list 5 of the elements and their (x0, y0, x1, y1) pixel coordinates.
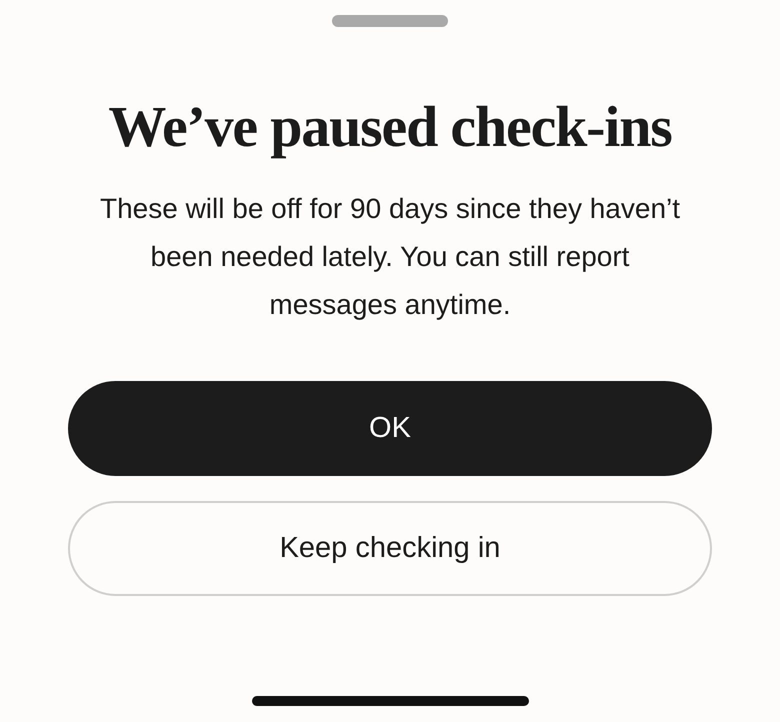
ok-button[interactable]: OK (68, 381, 712, 476)
body-text: These will be off for 90 days since they haven’t been needed lately. You can still report messages anytime. (98, 192, 682, 322)
sheet-title: We’ve paused check-ins (108, 93, 672, 161)
keep-checking-button[interactable]: Keep checking in (68, 501, 712, 596)
sheet-grabber[interactable] (332, 15, 448, 27)
